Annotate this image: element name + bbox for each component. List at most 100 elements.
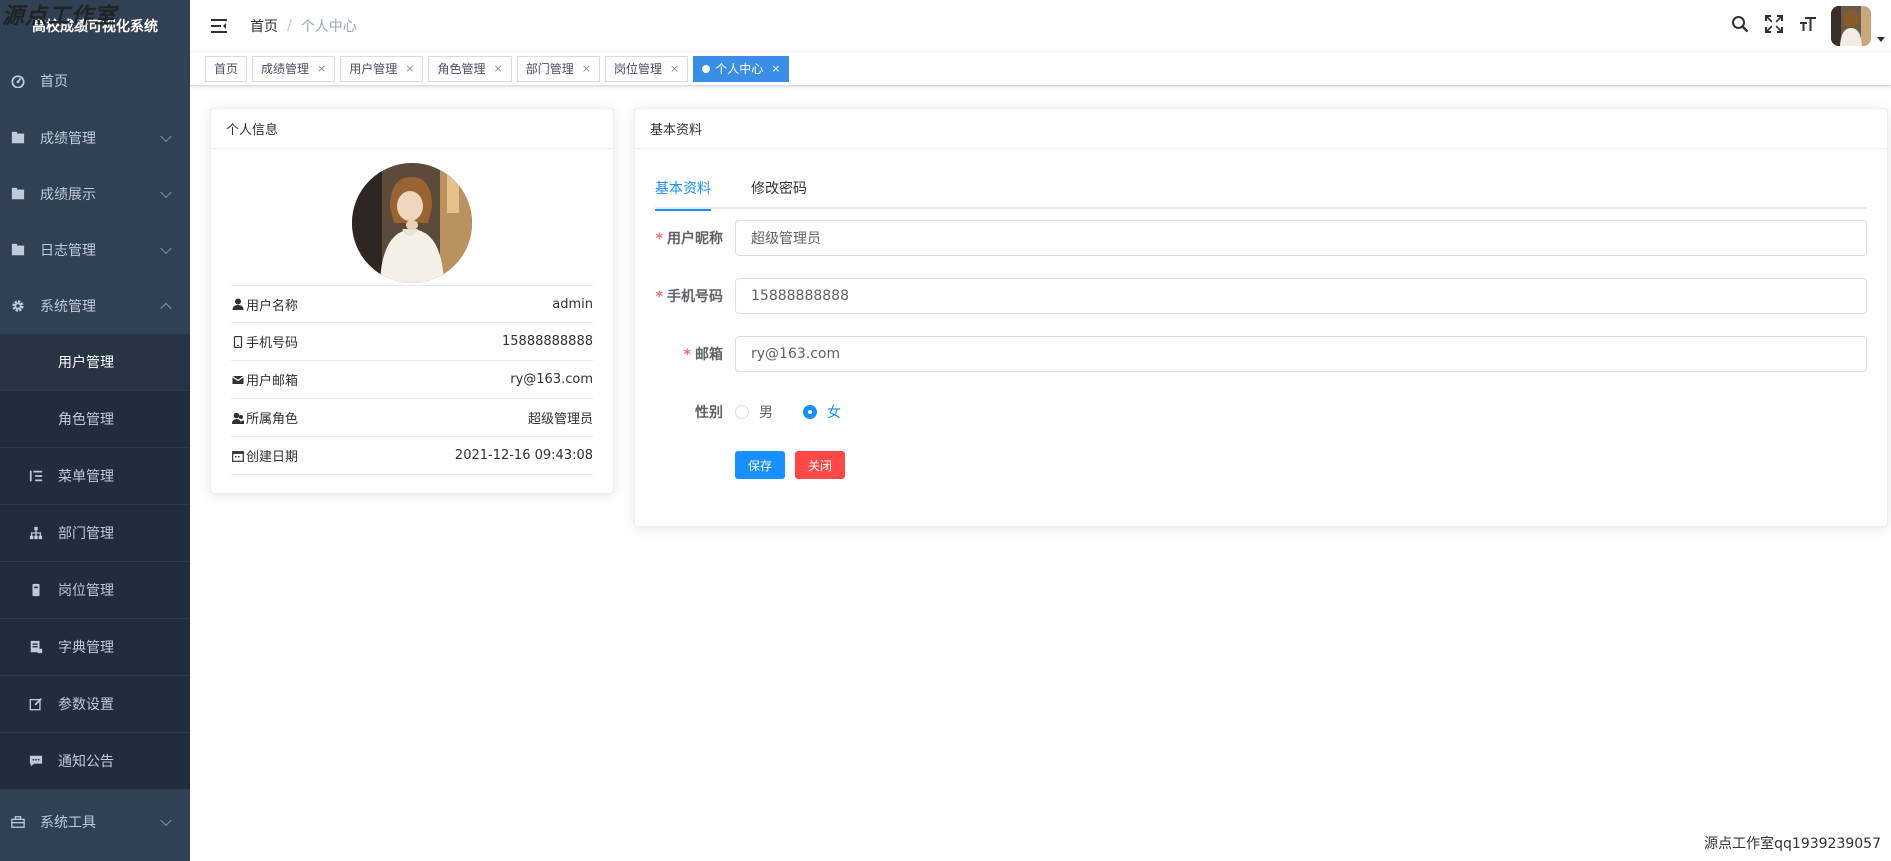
info-key-label: 用户邮箱 (246, 374, 299, 389)
sidebar-item-label: 成绩管理 (40, 131, 96, 147)
chevron-down-icon (160, 814, 172, 827)
hamburger-button[interactable] (205, 16, 233, 36)
dashboard-icon (10, 73, 26, 89)
info-key-label: 用户名称 (246, 298, 299, 314)
size-select-button[interactable] (1791, 0, 1825, 52)
breadcrumb: 首页 / 个人中心 (250, 16, 357, 36)
tag-profile[interactable]: 个人中心 × (693, 55, 790, 82)
label-text: 邮箱 (695, 347, 723, 363)
post-icon (28, 582, 44, 598)
close-icon[interactable]: × (582, 62, 591, 75)
tab-basic-info[interactable]: 基本资料 (655, 167, 711, 211)
close-icon[interactable]: × (771, 62, 780, 75)
email-icon (231, 373, 245, 387)
phone-field[interactable] (735, 278, 1867, 314)
sidebar-item-post-manage[interactable]: 岗位管理 (0, 562, 190, 619)
sidebar-item-notice[interactable]: 通知公告 (0, 733, 190, 790)
tab-change-password[interactable]: 修改密码 (751, 167, 807, 209)
user-avatar-dropdown[interactable] (1831, 6, 1885, 46)
form-actions: 保存 关闭 (735, 451, 1867, 479)
info-row-username: 用户名称 admin (231, 285, 593, 323)
tag-role-manage[interactable]: 角色管理 × (428, 55, 512, 82)
sidebar-item-score-manage[interactable]: 成绩管理 (0, 110, 190, 166)
form-row-email: * 邮箱 (655, 335, 1867, 373)
sidebar-item-label: 角色管理 (58, 412, 114, 428)
close-icon[interactable]: × (317, 62, 326, 75)
gender-radio-male[interactable]: 男 (735, 402, 773, 422)
close-icon[interactable]: × (670, 62, 679, 75)
tag-home[interactable]: 首页 (205, 55, 248, 82)
date-icon (231, 449, 245, 463)
sidebar-item-label: 用户管理 (58, 355, 114, 371)
profile-avatar[interactable] (352, 163, 472, 283)
nickname-label: * 用户昵称 (655, 228, 735, 248)
profile-card: 个人信息 用户名称 admin 手机号码 15888888888 用户邮箱 ry… (210, 108, 614, 494)
save-button[interactable]: 保存 (735, 451, 786, 479)
radio-label: 男 (759, 405, 773, 421)
info-key: 手机号码 (231, 332, 298, 351)
tags-view: 首页 成绩管理 × 用户管理 × 角色管理 × 部门管理 × 岗位管理 × 个人… (190, 52, 1891, 86)
user-icon (231, 297, 245, 311)
radio-label: 女 (827, 405, 841, 421)
main-area: 首页 / 个人中心 首页 成绩管理 × 用户管理 × 角色管理 × 部门管理 ×… (190, 0, 1891, 861)
info-row-email: 用户邮箱 ry@163.com (231, 361, 593, 399)
tag-label: 角色管理 (437, 62, 486, 76)
sidebar-item-dept-manage[interactable]: 部门管理 (0, 505, 190, 562)
tag-score-manage[interactable]: 成绩管理 × (252, 55, 336, 82)
sidebar-item-label: 参数设置 (58, 697, 114, 713)
info-value: ry@163.com (510, 372, 593, 387)
sidebar-item-system-manage[interactable]: 系统管理 (0, 278, 190, 334)
fullscreen-button[interactable] (1757, 0, 1791, 52)
sidebar-item-label: 系统工具 (40, 815, 96, 831)
tag-user-manage[interactable]: 用户管理 × (340, 55, 424, 82)
chevron-down-icon (160, 242, 172, 255)
required-mark: * (655, 289, 663, 305)
sidebar-logo[interactable]: 高校成绩可视化系统 源点工作室 (0, 0, 190, 52)
sidebar-item-dict-manage[interactable]: 字典管理 (0, 619, 190, 676)
chevron-down-icon (160, 130, 172, 143)
tag-label: 用户管理 (349, 62, 398, 76)
close-icon[interactable]: × (494, 62, 503, 75)
close-icon[interactable]: × (405, 62, 414, 75)
profile-tabs: 基本资料 修改密码 (655, 167, 1867, 211)
info-key: 所属角色 (231, 408, 298, 427)
info-row-created: 创建日期 2021-12-16 09:43:08 (231, 437, 593, 475)
sidebar-item-label: 通知公告 (58, 754, 114, 770)
close-button[interactable]: 关闭 (795, 451, 846, 479)
search-button[interactable] (1723, 0, 1757, 52)
form-row-phone: * 手机号码 (655, 277, 1867, 315)
chevron-down-icon (160, 186, 172, 199)
edit-icon (28, 696, 44, 712)
info-value: admin (552, 296, 593, 312)
sidebar-item-label: 成绩展示 (40, 187, 96, 203)
avatar (1831, 6, 1871, 46)
radio-circle (803, 405, 817, 419)
sidebar-item-home[interactable]: 首页 (0, 52, 190, 110)
sidebar-item-system-tools[interactable]: 系统工具 (0, 790, 190, 854)
tag-label: 岗位管理 (613, 62, 662, 76)
info-value: 15888888888 (502, 334, 593, 349)
folder-icon (10, 130, 26, 146)
sidebar-item-score-show[interactable]: 成绩展示 (0, 166, 190, 222)
card-title: 基本资料 (650, 123, 703, 138)
folder-icon (10, 186, 26, 202)
tree-icon (28, 525, 44, 541)
sidebar-item-user-manage[interactable]: 用户管理 (0, 334, 190, 391)
search-icon (1731, 15, 1749, 37)
email-field[interactable] (735, 336, 1867, 372)
sidebar-item-config[interactable]: 参数设置 (0, 676, 190, 733)
info-row-role: 所属角色 超级管理员 (231, 399, 593, 437)
sidebar-item-menu-manage[interactable]: 菜单管理 (0, 448, 190, 505)
sidebar-item-log-manage[interactable]: 日志管理 (0, 222, 190, 278)
nickname-field[interactable] (735, 220, 1867, 256)
breadcrumb-separator: / (287, 17, 292, 34)
tag-post-manage[interactable]: 岗位管理 × (604, 55, 689, 82)
gender-radio-group: 男 女 (735, 402, 871, 422)
breadcrumb-home[interactable]: 首页 (250, 16, 278, 36)
sidebar-item-label: 岗位管理 (58, 583, 114, 599)
watermark-top: 源点工作室 (2, 3, 118, 29)
chevron-up-icon (160, 302, 172, 315)
tag-dept-manage[interactable]: 部门管理 × (516, 55, 600, 82)
sidebar-item-role-manage[interactable]: 角色管理 (0, 391, 190, 448)
gender-radio-female[interactable]: 女 (803, 402, 841, 422)
